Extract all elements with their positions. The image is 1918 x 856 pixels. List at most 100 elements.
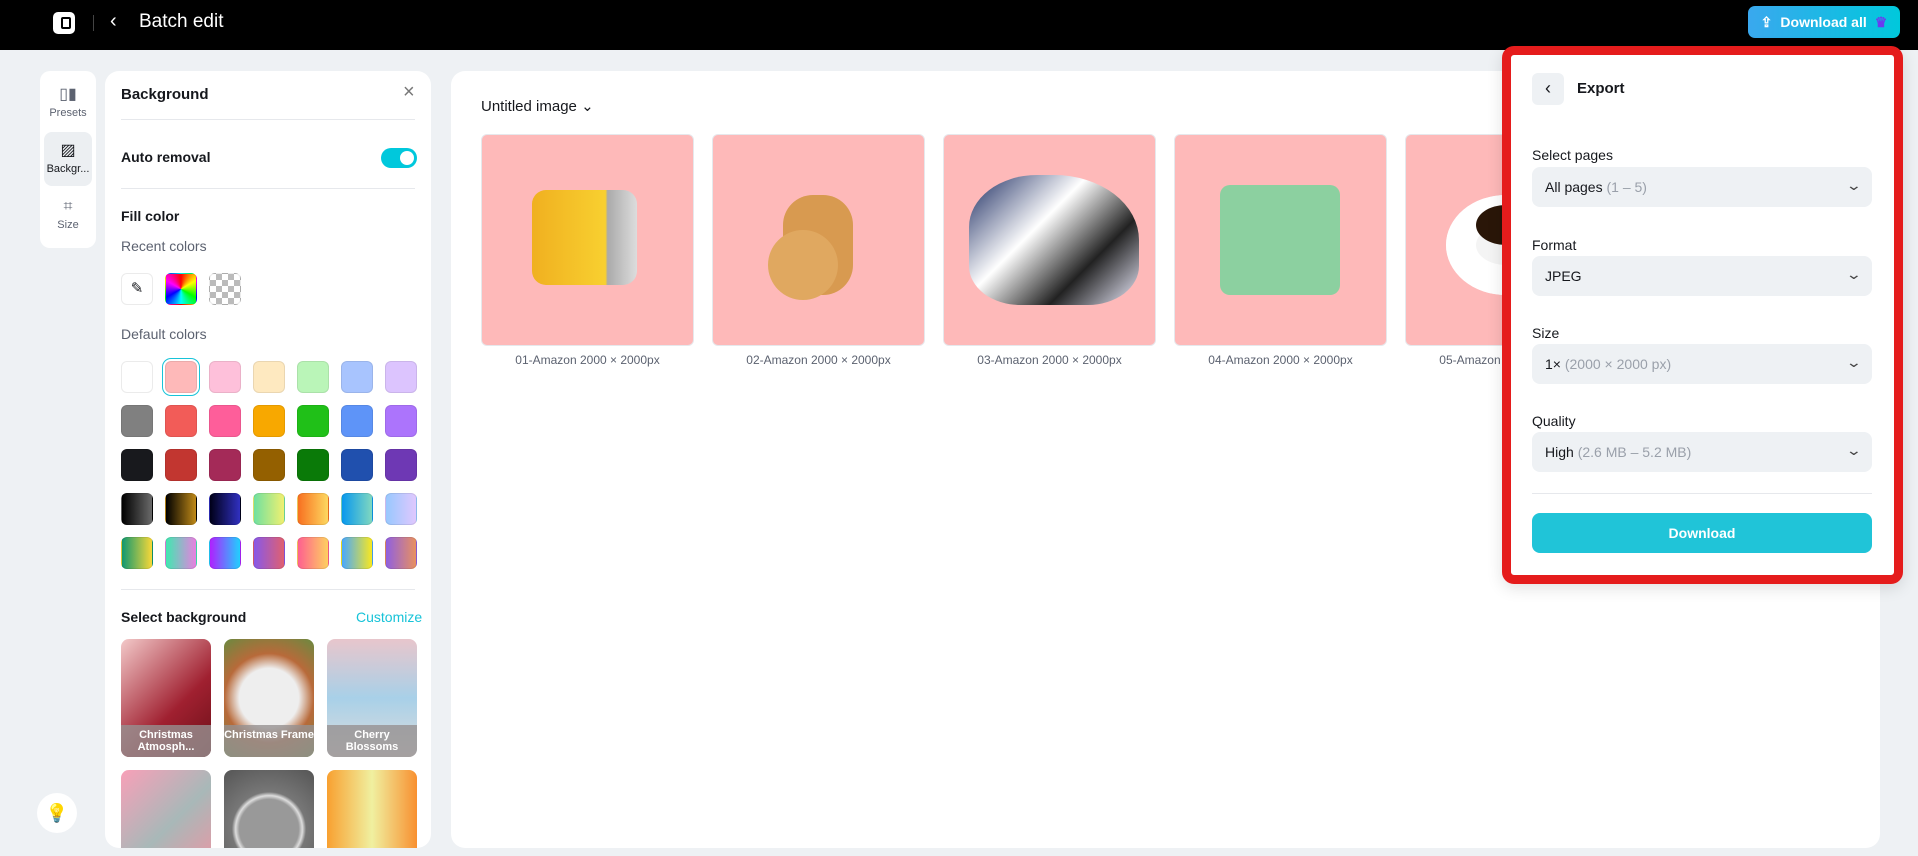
size-dropdown[interactable]: 1× (2000 × 2000 px) ⌄ — [1532, 344, 1872, 384]
recent-colors-label: Recent colors — [121, 238, 207, 254]
upload-icon: ⇪ — [1760, 13, 1773, 30]
select-pages-label: Select pages — [1532, 147, 1613, 163]
color-swatch[interactable] — [209, 449, 241, 481]
thumbnail-caption: 04-Amazon 2000 × 2000px — [1208, 353, 1353, 367]
background-option[interactable] — [224, 770, 314, 848]
divider — [121, 188, 415, 189]
select-background-heading: Select background — [121, 609, 247, 625]
divider — [1532, 493, 1872, 494]
color-swatch[interactable] — [121, 493, 153, 525]
color-swatch[interactable] — [165, 449, 197, 481]
export-title: Export — [1577, 80, 1625, 97]
color-swatch[interactable] — [385, 537, 417, 569]
transparent-swatch[interactable] — [209, 273, 241, 305]
color-swatch[interactable] — [341, 361, 373, 393]
color-swatch[interactable] — [253, 361, 285, 393]
auto-removal-toggle[interactable] — [381, 148, 417, 168]
quality-dropdown[interactable]: High (2.6 MB – 5.2 MB) ⌄ — [1532, 432, 1872, 472]
image-thumbnail[interactable] — [481, 134, 694, 346]
chevron-down-icon: ⌄ — [1845, 354, 1863, 370]
size-label: Size — [1532, 325, 1560, 341]
crown-icon: ♛ — [1874, 13, 1888, 30]
document-name-dropdown[interactable]: Untitled image ⌄ — [481, 97, 594, 115]
image-thumbnail[interactable] — [1174, 134, 1387, 346]
image-thumbnail[interactable] — [943, 134, 1156, 346]
chevron-down-icon: ⌄ — [1845, 442, 1863, 458]
color-swatch[interactable] — [385, 493, 417, 525]
color-swatch[interactable] — [385, 405, 417, 437]
thumbnail-caption: 01-Amazon 2000 × 2000px — [515, 353, 660, 367]
fill-color-heading: Fill color — [121, 208, 180, 224]
color-swatch[interactable] — [165, 537, 197, 569]
quality-label: Quality — [1532, 413, 1576, 429]
download-all-button[interactable]: ⇪ Download all ♛ — [1748, 6, 1900, 38]
background-panel: Background × Auto removal Fill color Rec… — [105, 71, 431, 848]
color-swatch[interactable] — [297, 449, 329, 481]
chevron-down-icon: ⌄ — [581, 98, 594, 115]
color-swatch[interactable] — [341, 493, 373, 525]
color-swatch[interactable] — [253, 449, 285, 481]
default-colors-label: Default colors — [121, 326, 207, 342]
presets-icon: ▯▮ — [59, 86, 77, 103]
top-bar: ‹ Batch edit ⇪ Download all ♛ — [0, 0, 1918, 50]
divider — [121, 119, 415, 120]
chevron-down-icon: ⌄ — [1845, 177, 1863, 193]
color-picker-swatch[interactable] — [165, 273, 197, 305]
back-icon[interactable]: ‹ — [110, 10, 117, 33]
color-swatch[interactable] — [253, 537, 285, 569]
color-swatch[interactable] — [165, 493, 197, 525]
thumbnail-caption: 03-Amazon 2000 × 2000px — [977, 353, 1122, 367]
app-logo[interactable] — [53, 12, 75, 34]
crop-icon: ⌗ — [63, 198, 73, 215]
color-swatch[interactable] — [253, 493, 285, 525]
lightbulb-icon[interactable]: 💡 — [37, 793, 77, 833]
background-option[interactable]: Christmas Frame — [224, 639, 314, 757]
tool-rail: ▯▮ Presets ▨ Backgr... ⌗ Size — [40, 71, 96, 248]
color-swatch[interactable] — [209, 537, 241, 569]
background-option[interactable] — [121, 770, 211, 848]
select-pages-dropdown[interactable]: All pages (1 – 5) ⌄ — [1532, 167, 1872, 207]
rail-item-size[interactable]: ⌗ Size — [44, 188, 92, 242]
customize-link[interactable]: Customize — [356, 609, 422, 625]
color-swatch[interactable] — [385, 449, 417, 481]
color-swatch[interactable] — [121, 361, 153, 393]
image-thumbnail[interactable] — [712, 134, 925, 346]
color-swatch[interactable] — [253, 405, 285, 437]
divider — [121, 589, 415, 590]
page-title: Batch edit — [139, 11, 224, 32]
format-label: Format — [1532, 237, 1577, 253]
color-swatch[interactable] — [209, 361, 241, 393]
color-swatch[interactable] — [385, 361, 417, 393]
divider — [93, 15, 94, 31]
color-swatch[interactable] — [297, 361, 329, 393]
export-popover: ‹ Export Select pages All pages (1 – 5) ⌄… — [1502, 46, 1903, 584]
thumbnail-caption: 02-Amazon 2000 × 2000px — [746, 353, 891, 367]
close-icon[interactable]: × — [403, 81, 415, 104]
color-swatch[interactable] — [165, 361, 197, 393]
color-swatch[interactable] — [165, 405, 197, 437]
color-swatch[interactable] — [121, 537, 153, 569]
color-swatch[interactable] — [121, 449, 153, 481]
background-option[interactable]: Christmas Atmosph... — [121, 639, 211, 757]
color-swatch[interactable] — [121, 405, 153, 437]
color-swatch[interactable] — [341, 537, 373, 569]
background-icon: ▨ — [60, 142, 76, 159]
chevron-down-icon: ⌄ — [1845, 266, 1863, 282]
eyedropper-icon[interactable]: ✎ — [121, 273, 153, 305]
background-option[interactable]: Cherry Blossoms — [327, 639, 417, 757]
format-dropdown[interactable]: JPEG ⌄ — [1532, 256, 1872, 296]
back-button[interactable]: ‹ — [1532, 73, 1564, 105]
auto-removal-label: Auto removal — [121, 149, 211, 165]
color-swatch[interactable] — [209, 405, 241, 437]
color-swatch[interactable] — [341, 449, 373, 481]
color-swatch[interactable] — [297, 405, 329, 437]
color-swatch[interactable] — [297, 493, 329, 525]
rail-item-presets[interactable]: ▯▮ Presets — [44, 76, 92, 130]
rail-item-background[interactable]: ▨ Backgr... — [44, 132, 92, 186]
download-button[interactable]: Download — [1532, 513, 1872, 553]
color-swatch[interactable] — [341, 405, 373, 437]
color-swatch[interactable] — [209, 493, 241, 525]
panel-title: Background — [121, 86, 209, 103]
color-swatch[interactable] — [297, 537, 329, 569]
background-option[interactable] — [327, 770, 417, 848]
